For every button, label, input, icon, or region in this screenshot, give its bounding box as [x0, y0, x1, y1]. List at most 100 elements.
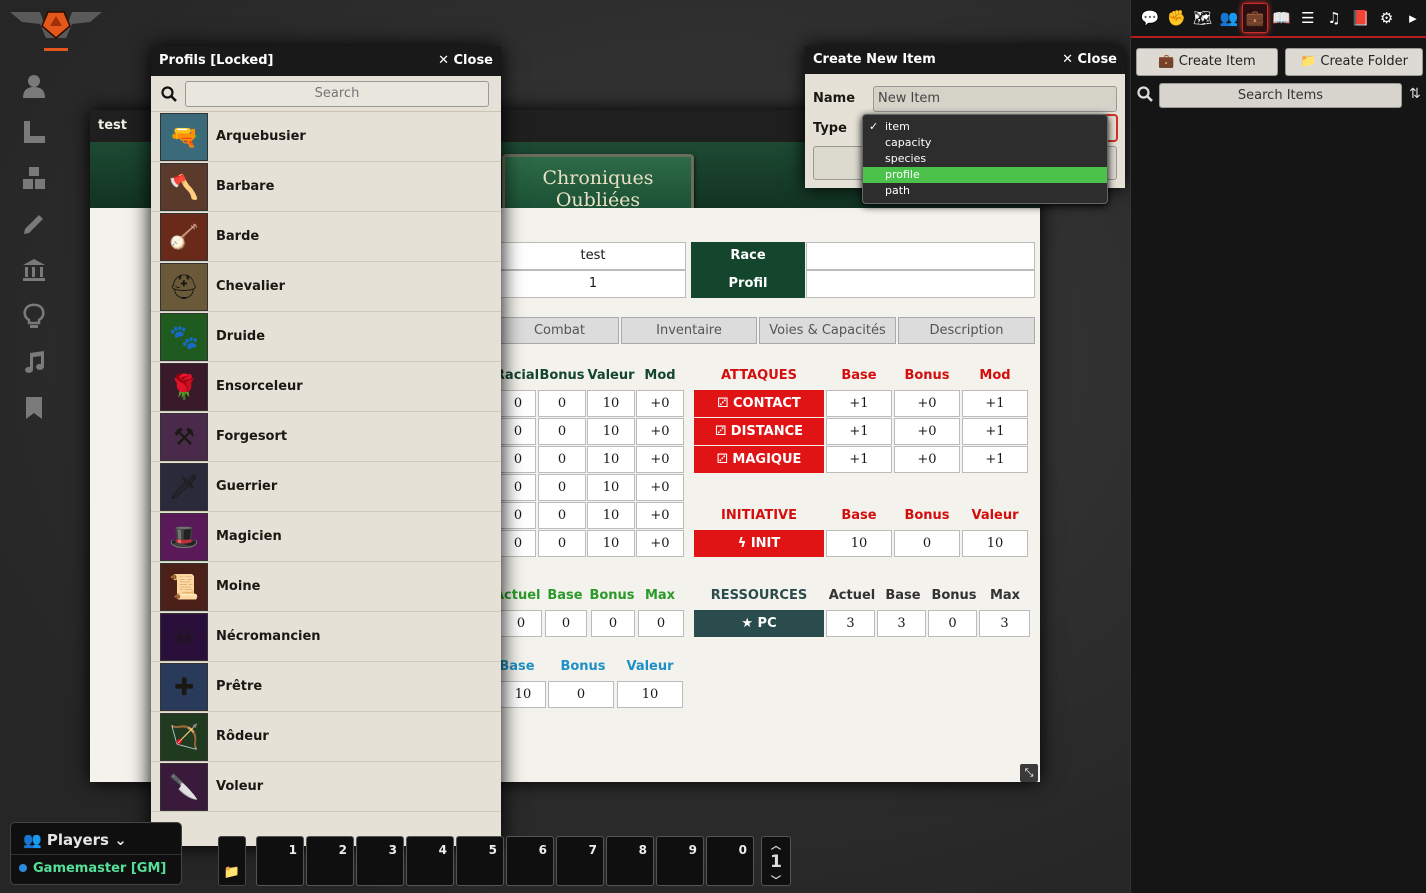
- list-item[interactable]: 🏹 Rôdeur: [151, 712, 501, 762]
- list-item[interactable]: ☠ Nécromancien: [151, 612, 501, 662]
- macro-slot[interactable]: 0: [706, 836, 754, 886]
- type-option-capacity[interactable]: capacity: [863, 135, 1107, 151]
- pc-bonus-cell[interactable]: 0: [928, 610, 977, 637]
- hp-bonus-cell[interactable]: 0: [591, 610, 635, 637]
- stat-cell[interactable]: +0: [636, 502, 684, 529]
- stat-cell[interactable]: 0: [538, 390, 586, 417]
- stat-cell[interactable]: 10: [587, 390, 635, 417]
- sounds-music-icon[interactable]: [14, 342, 54, 382]
- tab-combat[interactable]: Combat: [500, 317, 619, 344]
- macro-slot[interactable]: 8: [606, 836, 654, 886]
- list-item[interactable]: 🪕 Barde: [151, 212, 501, 262]
- type-option-profile[interactable]: profile: [863, 167, 1107, 183]
- stat-cell[interactable]: +0: [636, 474, 684, 501]
- stat-cell[interactable]: 0: [538, 530, 586, 557]
- stat-cell[interactable]: 0: [500, 446, 536, 473]
- type-option-species[interactable]: species: [863, 151, 1107, 167]
- lighting-bulb-icon[interactable]: [14, 296, 54, 336]
- walls-building-icon[interactable]: [14, 250, 54, 290]
- resize-handle-icon[interactable]: ⤡: [1020, 764, 1038, 782]
- tab-description[interactable]: Description: [898, 317, 1035, 344]
- profils-close-button[interactable]: ✕ Close: [438, 53, 493, 69]
- create-item-button[interactable]: 💼 Create Item: [1136, 48, 1278, 76]
- hp-actuel-cell[interactable]: 0: [500, 610, 542, 637]
- type-option-path[interactable]: path: [863, 183, 1107, 199]
- measure-ruler-icon[interactable]: [14, 112, 54, 152]
- stat-cell[interactable]: +0: [636, 446, 684, 473]
- tab-voies-capacites[interactable]: Voies & Capacités: [759, 317, 896, 344]
- init-valeur-cell[interactable]: 10: [962, 530, 1028, 557]
- combat-fist-icon[interactable]: ✊: [1163, 3, 1189, 33]
- stat-cell[interactable]: 0: [538, 446, 586, 473]
- tables-list-icon[interactable]: ☰: [1295, 3, 1321, 33]
- init-base-cell[interactable]: 10: [826, 530, 892, 557]
- macro-slot[interactable]: 5: [456, 836, 504, 886]
- stat-cell[interactable]: 10: [587, 418, 635, 445]
- create-item-close-button[interactable]: ✕ Close: [1062, 52, 1117, 68]
- macro-slot[interactable]: 1: [256, 836, 304, 886]
- hotbar-page-control[interactable]: ︿ 1 ﹀: [761, 836, 791, 887]
- pc-actuel-cell[interactable]: 3: [826, 610, 875, 637]
- players-header[interactable]: 👥 Players ⌄: [11, 823, 181, 855]
- token-controls-icon[interactable]: [14, 66, 54, 106]
- actors-users-icon[interactable]: 👥: [1216, 3, 1242, 33]
- player-row[interactable]: Gamemaster [GM]: [11, 855, 181, 882]
- pc-base-cell[interactable]: 3: [877, 610, 926, 637]
- contact-mod-cell[interactable]: +1: [962, 390, 1028, 417]
- distance-bonus-cell[interactable]: +0: [894, 418, 960, 445]
- profils-search-input[interactable]: [185, 80, 489, 107]
- stat-cell[interactable]: 0: [538, 474, 586, 501]
- collapse-arrow-icon[interactable]: ▸: [1400, 3, 1426, 33]
- stat-cell[interactable]: +0: [636, 390, 684, 417]
- macro-slot[interactable]: 2: [306, 836, 354, 886]
- macro-slot[interactable]: 3: [356, 836, 404, 886]
- journal-book-icon[interactable]: 📖: [1268, 3, 1294, 33]
- contact-base-cell[interactable]: +1: [826, 390, 892, 417]
- stat-cell[interactable]: +0: [636, 418, 684, 445]
- stat-cell[interactable]: 0: [500, 474, 536, 501]
- players-list[interactable]: 👥 Players ⌄ Gamemaster [GM]: [10, 822, 182, 885]
- macro-slot[interactable]: 6: [506, 836, 554, 886]
- list-item[interactable]: ⛑ Chevalier: [151, 262, 501, 312]
- stat-cell[interactable]: 10: [587, 502, 635, 529]
- list-item[interactable]: 🌹 Ensorceleur: [151, 362, 501, 412]
- item-name-input[interactable]: New Item: [873, 86, 1117, 112]
- chevron-down-icon[interactable]: ﹀: [762, 872, 790, 887]
- stat-cell[interactable]: 0: [500, 390, 536, 417]
- pc-resource-button[interactable]: ★ PC: [694, 610, 824, 637]
- magique-base-cell[interactable]: +1: [826, 446, 892, 473]
- character-level-field[interactable]: 1: [500, 270, 686, 298]
- list-item[interactable]: 🔫 Arquebusier: [151, 112, 501, 162]
- list-item[interactable]: 🗡 Guerrier: [151, 462, 501, 512]
- attack-distance-button[interactable]: ⚂ DISTANCE: [694, 418, 824, 445]
- attack-magique-button[interactable]: ⚂ MAGIQUE: [694, 446, 824, 473]
- tiles-cubes-icon[interactable]: [14, 158, 54, 198]
- distance-mod-cell[interactable]: +1: [962, 418, 1028, 445]
- list-item[interactable]: 🐾 Druide: [151, 312, 501, 362]
- list-item[interactable]: 📜 Moine: [151, 562, 501, 612]
- macro-slot[interactable]: 7: [556, 836, 604, 886]
- distance-base-cell[interactable]: +1: [826, 418, 892, 445]
- stat-cell[interactable]: 0: [500, 418, 536, 445]
- stat-cell[interactable]: 0: [538, 418, 586, 445]
- scenes-map-icon[interactable]: 🗺: [1190, 3, 1216, 33]
- def-base-cell[interactable]: 10: [500, 681, 546, 708]
- race-field[interactable]: [806, 242, 1035, 270]
- def-bonus-cell[interactable]: 0: [548, 681, 614, 708]
- list-item[interactable]: ✚ Prêtre: [151, 662, 501, 712]
- list-item[interactable]: 🔪 Voleur: [151, 762, 501, 812]
- list-item[interactable]: 🪓 Barbare: [151, 162, 501, 212]
- list-item[interactable]: 🎩 Magicien: [151, 512, 501, 562]
- compendium-atlas-icon[interactable]: 📕: [1347, 3, 1373, 33]
- stat-cell[interactable]: 10: [587, 530, 635, 557]
- init-bonus-cell[interactable]: 0: [894, 530, 960, 557]
- magique-bonus-cell[interactable]: +0: [894, 446, 960, 473]
- stat-cell[interactable]: 10: [587, 446, 635, 473]
- stat-cell[interactable]: +0: [636, 530, 684, 557]
- character-name-field[interactable]: test: [500, 242, 686, 270]
- notes-bookmark-icon[interactable]: [14, 388, 54, 428]
- profil-field[interactable]: [806, 270, 1035, 298]
- type-select-dropdown[interactable]: ✓ item capacity species profile path: [862, 114, 1108, 204]
- hp-base-cell[interactable]: 0: [545, 610, 587, 637]
- create-folder-button[interactable]: 📁 Create Folder: [1285, 48, 1423, 76]
